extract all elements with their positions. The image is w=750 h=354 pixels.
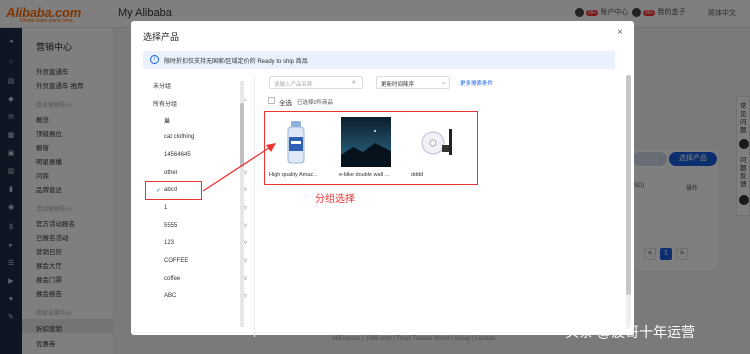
category-item[interactable]: cat clothing: [164, 134, 194, 140]
annotation-arrow: [202, 143, 276, 192]
category-label: coffee: [164, 275, 181, 282]
chevron-down-icon[interactable]: v: [244, 205, 247, 211]
category-item[interactable]: 14564645: [164, 152, 191, 158]
category-item[interactable]: 未分组: [153, 81, 171, 90]
info-icon: i: [150, 55, 159, 64]
notice-text: 限时折扣仅支持无国家/区域定价的 Ready to ship 商品: [164, 59, 308, 65]
annotation-box-products: [264, 111, 478, 185]
annotation-label: 分组选择: [315, 194, 355, 205]
category-label: ABC: [164, 293, 177, 300]
category-item[interactable]: other: [164, 170, 178, 176]
chevron-down-icon[interactable]: v: [244, 258, 247, 264]
category-label: 巢: [164, 119, 171, 126]
category-item[interactable]: 1: [164, 205, 167, 211]
category-label: 14564645: [164, 151, 191, 158]
chevron-down-icon: ⌄: [441, 80, 447, 86]
category-item[interactable]: 123: [164, 240, 174, 246]
dialog-title: 选择产品: [143, 32, 180, 42]
category-label: cat clothing: [164, 134, 195, 141]
search-icon[interactable]: ⌕: [352, 79, 356, 87]
category-tree: 未分组 所有分组 ^ 巢 cat clothing 14564645 other v ✓ abcd…: [144, 75, 255, 337]
category-item[interactable]: 所有分组: [153, 99, 177, 108]
watermark: 头条 @波哥十年运营: [565, 324, 696, 340]
category-label: other: [164, 169, 178, 176]
chevron-down-icon[interactable]: v: [244, 240, 247, 246]
product-search-input[interactable]: 请输入产品名称 ⌕: [269, 76, 363, 89]
annotation-box-category: [145, 181, 202, 200]
category-item[interactable]: 巢: [164, 116, 170, 125]
notice-banner: i 限时折扣仅支持无国家/区域定价的 Ready to ship 商品: [143, 51, 615, 69]
chevron-down-icon[interactable]: v: [244, 293, 247, 299]
selected-count: 已选择0件商品: [297, 100, 334, 106]
category-item[interactable]: ABC: [164, 293, 176, 299]
category-label: 所有分组: [153, 101, 178, 108]
more-filters-link[interactable]: 更多搜索条件: [460, 79, 493, 87]
select-all-label[interactable]: 全选: [279, 97, 292, 107]
chevron-down-icon[interactable]: v: [244, 223, 247, 229]
category-item[interactable]: coffee: [164, 276, 180, 282]
chevron-down-icon[interactable]: v: [244, 276, 247, 282]
category-label: COFFEE: [164, 258, 189, 264]
search-placeholder: 请输入产品名称: [274, 82, 313, 88]
category-label: 123: [164, 240, 175, 247]
category-label: 5555: [164, 222, 178, 229]
category-item[interactable]: COFFEE: [164, 258, 188, 264]
dialog-scrollbar-thumb[interactable]: [626, 75, 631, 295]
close-icon[interactable]: ×: [617, 27, 623, 38]
chevron-up-icon[interactable]: ^: [244, 99, 247, 105]
select-all-checkbox[interactable]: [268, 97, 275, 104]
sort-select[interactable]: 更新时间降序 ⌄: [376, 76, 450, 89]
category-item[interactable]: 5555: [164, 223, 177, 229]
category-label: 1: [164, 204, 168, 211]
sort-value: 更新时间降序: [381, 82, 415, 88]
category-label: 未分组: [153, 84, 172, 90]
